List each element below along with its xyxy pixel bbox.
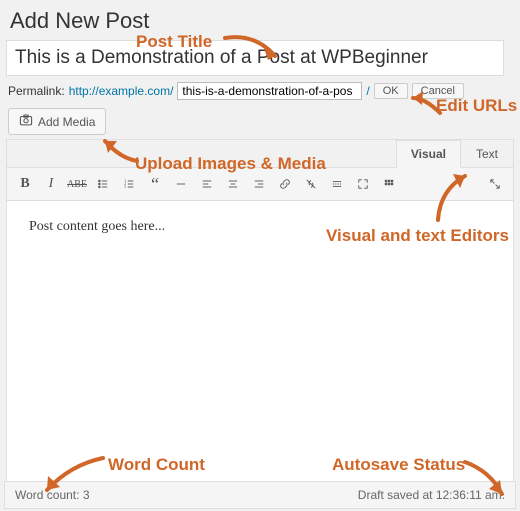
fullscreen-button[interactable] xyxy=(351,172,375,196)
editor-tabs: Visual Text xyxy=(7,140,513,168)
tab-visual[interactable]: Visual xyxy=(396,140,461,168)
autosave-status: Draft saved at 12:36:11 am. xyxy=(358,488,505,502)
permalink-tail: / xyxy=(366,84,369,98)
distraction-free-button[interactable] xyxy=(483,172,507,196)
number-list-button[interactable]: 123 xyxy=(117,172,141,196)
align-right-button[interactable] xyxy=(247,172,271,196)
word-count: Word count: 3 xyxy=(15,488,90,502)
align-left-button[interactable] xyxy=(195,172,219,196)
permalink-row: Permalink: http://example.com/ / OK Canc… xyxy=(8,82,518,100)
post-title-input[interactable] xyxy=(6,40,504,76)
permalink-ok-button[interactable]: OK xyxy=(374,83,408,99)
editor-toolbar: B I ABE 123 “ xyxy=(7,168,513,201)
align-center-button[interactable] xyxy=(221,172,245,196)
add-media-label: Add Media xyxy=(38,115,95,129)
link-button[interactable] xyxy=(273,172,297,196)
bullet-list-button[interactable] xyxy=(91,172,115,196)
camera-icon xyxy=(19,113,33,130)
permalink-slug-input[interactable] xyxy=(177,82,362,100)
svg-text:3: 3 xyxy=(124,185,126,189)
italic-button[interactable]: I xyxy=(39,172,63,196)
hr-button[interactable] xyxy=(169,172,193,196)
quote-button[interactable]: “ xyxy=(143,172,167,196)
permalink-cancel-button[interactable]: Cancel xyxy=(412,83,464,99)
page-title: Add New Post xyxy=(10,8,518,34)
post-editor-screen: Add New Post Permalink: http://example.c… xyxy=(0,8,520,511)
unlink-button[interactable] xyxy=(299,172,323,196)
add-media-button[interactable]: Add Media xyxy=(8,108,106,135)
more-button[interactable] xyxy=(325,172,349,196)
strike-button[interactable]: ABE xyxy=(65,172,89,196)
permalink-base: http://example.com/ xyxy=(69,84,174,98)
tab-text[interactable]: Text xyxy=(461,140,513,167)
bold-button[interactable]: B xyxy=(13,172,37,196)
editor-container: Visual Text B I ABE 123 “ Post content g… xyxy=(6,139,514,488)
status-bar: Word count: 3 Draft saved at 12:36:11 am… xyxy=(4,481,516,509)
toolbar-toggle-button[interactable] xyxy=(377,172,401,196)
permalink-label: Permalink: xyxy=(8,84,65,98)
post-content-area[interactable]: Post content goes here... xyxy=(7,201,513,487)
